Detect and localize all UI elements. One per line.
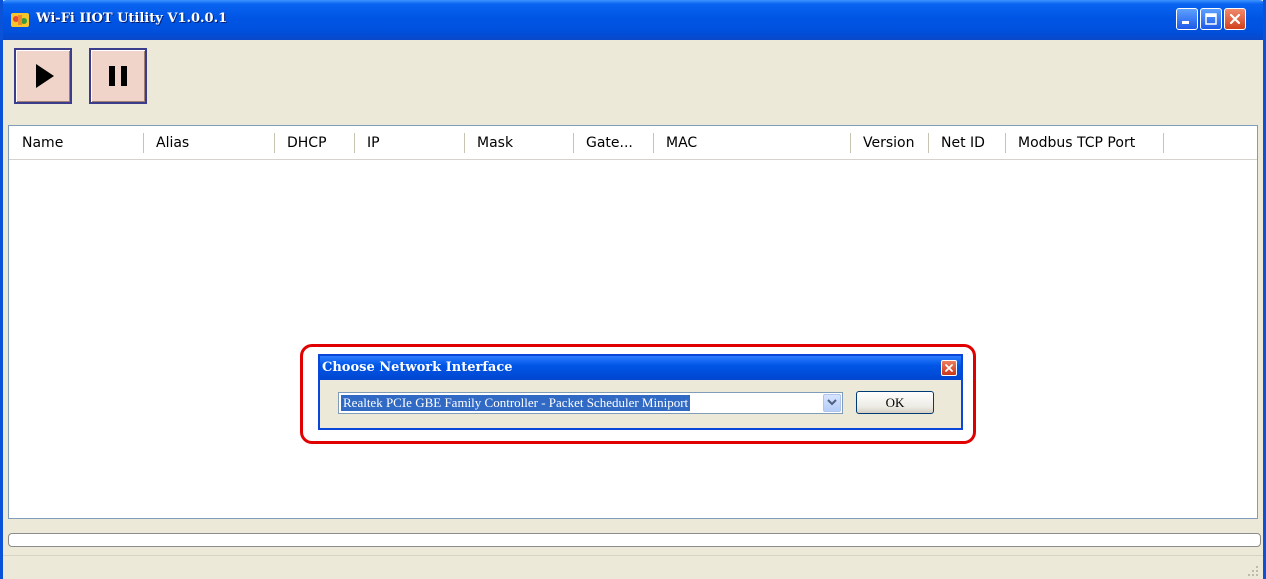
toolbar [3,40,1263,125]
close-icon [1229,13,1241,25]
column-header-dhcp[interactable]: DHCP [274,126,327,160]
pause-button[interactable] [89,48,147,104]
dialog-title: Choose Network Interface [322,360,513,375]
column-header-name[interactable]: Name [9,126,63,160]
device-list[interactable]: Name Alias DHCP IP Mask Gate... MAC Vers… [8,125,1258,519]
chevron-down-icon [827,399,837,406]
progress-bar [8,533,1261,547]
ok-button[interactable]: OK [856,391,934,414]
window-title: Wi-Fi IIOT Utility V1.0.0.1 [36,11,228,26]
play-icon [36,64,54,88]
maximize-button[interactable] [1200,8,1222,30]
column-header-mac[interactable]: MAC [653,126,697,160]
close-button[interactable] [1224,8,1246,30]
maximize-icon [1205,13,1217,25]
pause-icon [109,66,127,86]
column-header-net-id[interactable]: Net ID [928,126,985,160]
minimize-button[interactable] [1176,8,1198,30]
list-header: Name Alias DHCP IP Mask Gate... MAC Vers… [9,126,1257,160]
column-divider[interactable] [1163,133,1164,153]
dropdown-button[interactable] [823,394,841,412]
dialog-close-button[interactable] [941,360,957,376]
status-area [3,519,1263,579]
dialog-title-bar[interactable]: Choose Network Interface [320,356,961,380]
main-window: Wi-Fi IIOT Utility V1.0.0.1 Name Alias D… [0,0,1266,579]
list-body[interactable] [9,160,1257,518]
title-bar[interactable]: Wi-Fi IIOT Utility V1.0.0.1 [3,0,1263,40]
app-logo-icon [10,11,30,29]
column-header-mask[interactable]: Mask [464,126,513,160]
choose-network-interface-dialog: Choose Network Interface Realtek PCIe GB… [318,354,963,430]
column-header-gateway[interactable]: Gate... [573,126,633,160]
column-header-modbus-tcp-port[interactable]: Modbus TCP Port [1005,126,1135,160]
network-interface-select[interactable]: Realtek PCIe GBE Family Controller - Pac… [338,392,843,414]
column-header-version[interactable]: Version [850,126,914,160]
close-icon [945,364,953,372]
play-button[interactable] [14,48,72,104]
status-bar [3,555,1263,579]
selected-interface: Realtek PCIe GBE Family Controller - Pac… [341,395,691,411]
resize-grip-icon[interactable] [1245,563,1259,577]
column-header-ip[interactable]: IP [354,126,380,160]
minimize-icon [1182,21,1189,24]
column-header-alias[interactable]: Alias [143,126,189,160]
